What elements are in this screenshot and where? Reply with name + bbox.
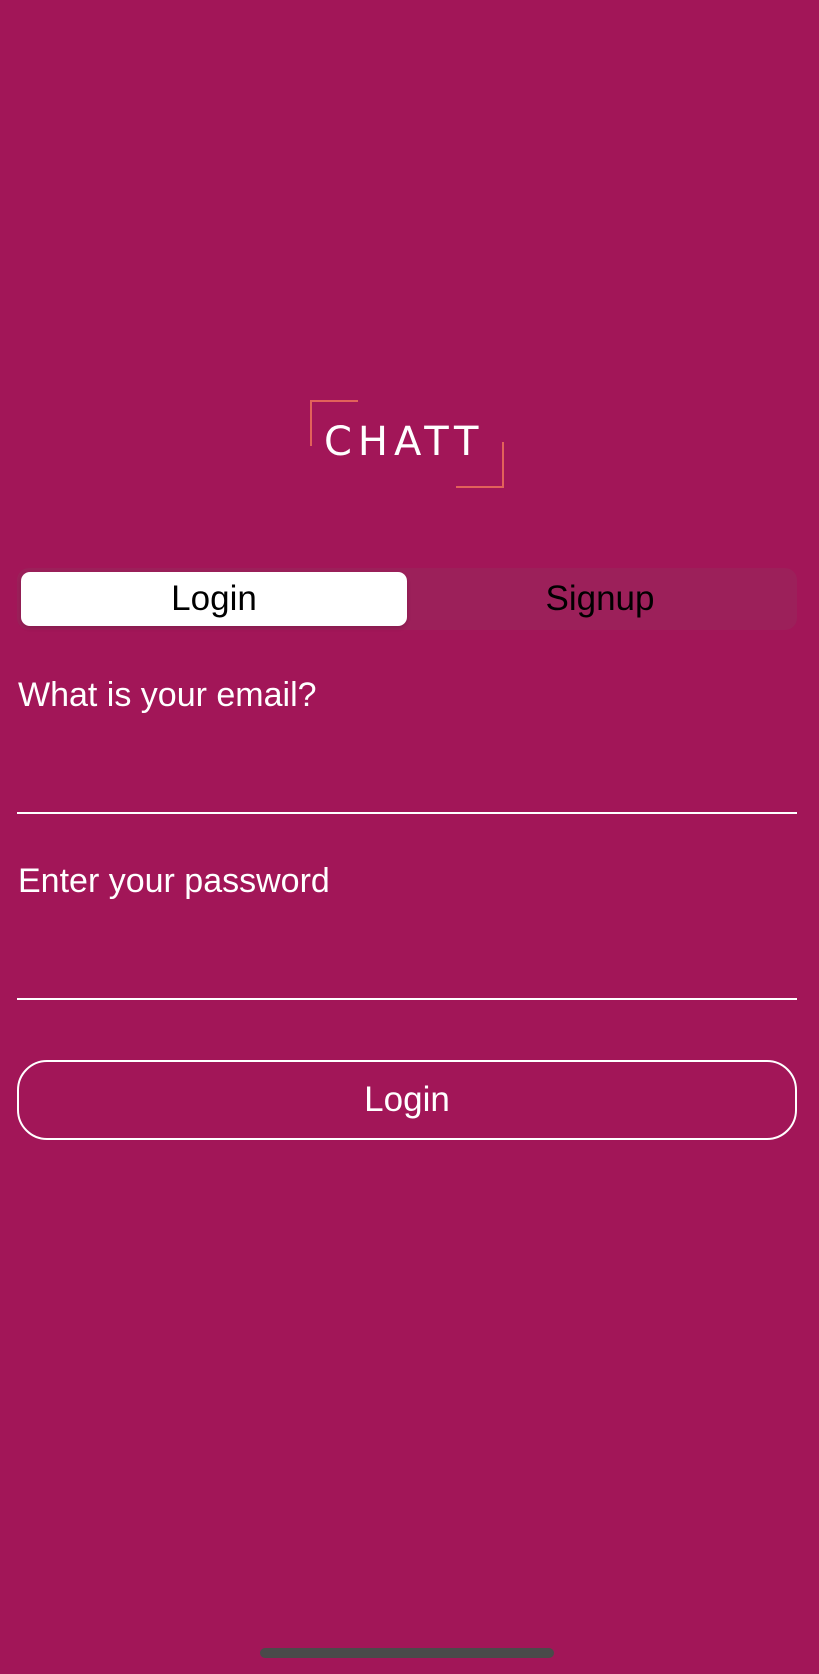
login-button[interactable]: Login xyxy=(17,1060,797,1140)
email-label: What is your email? xyxy=(18,676,317,714)
logo-bracket-bottom-right xyxy=(456,442,504,488)
password-label: Enter your password xyxy=(18,862,330,900)
email-field[interactable] xyxy=(17,762,797,814)
tab-login[interactable]: Login xyxy=(21,572,407,626)
home-indicator[interactable] xyxy=(260,1648,554,1658)
password-field[interactable] xyxy=(17,948,797,1000)
tab-signup[interactable]: Signup xyxy=(407,572,793,626)
login-signup-segmented-control: Login Signup xyxy=(17,568,797,630)
app-logo: CHATT xyxy=(310,400,504,488)
